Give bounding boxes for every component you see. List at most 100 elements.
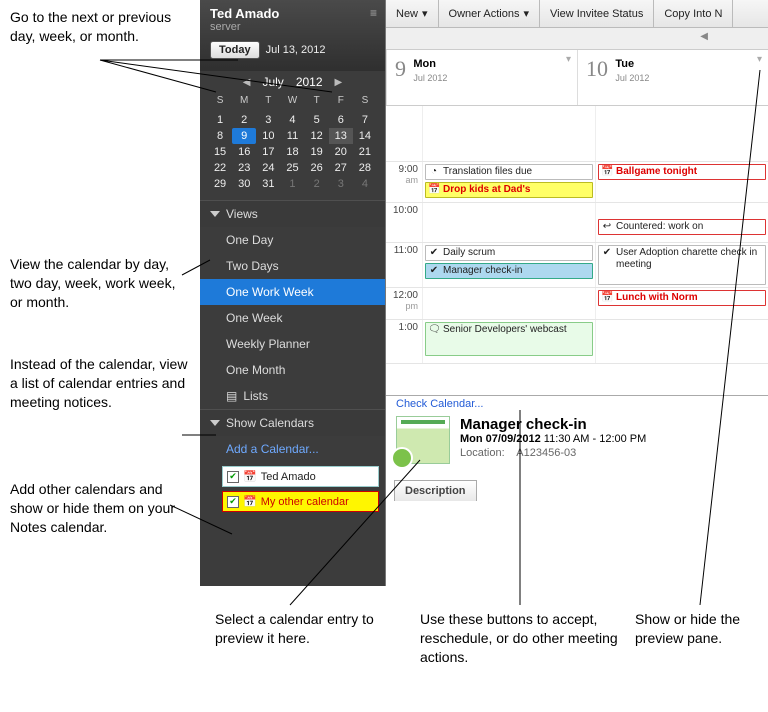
list-icon: ▤ [226,389,237,403]
new-button[interactable]: New▾ [386,0,439,27]
grid-cell[interactable] [422,203,595,242]
next-month-icon[interactable]: ▶ [335,77,343,88]
mini-cal-day[interactable]: 3 [329,176,353,192]
mini-cal-day[interactable]: 5 [305,112,329,128]
calendar-chip-primary[interactable]: ✔ 📅 Ted Amado [222,466,379,487]
view-option[interactable]: Weekly Planner [200,331,385,357]
mini-cal-day[interactable]: 9 [232,128,256,144]
view-option[interactable]: One Work Week [200,279,385,305]
grid-cell[interactable]: ↩Countered: work on [595,203,768,242]
mini-calendar: ◀ July 2012 ▶ SMTWTFS 123456789101112131… [200,71,385,200]
lists-option[interactable]: ▤Lists [200,383,385,409]
checkbox-icon[interactable]: ✔ [227,496,239,508]
mini-cal-dow: F [329,93,353,108]
grid-cell[interactable] [422,106,595,161]
mini-cal-day[interactable]: 8 [208,128,232,144]
description-tab[interactable]: Description [394,480,477,501]
view-option[interactable]: Two Days [200,253,385,279]
checkbox-icon[interactable]: ✔ [227,471,239,483]
annotation: Select a calendar entry to preview it he… [215,610,375,648]
view-option[interactable]: One Day [200,227,385,253]
mini-cal-day[interactable]: 23 [232,160,256,176]
mini-cal-day[interactable]: 19 [305,144,329,160]
grid-cell[interactable] [422,288,595,319]
mini-cal-day[interactable]: 2 [305,176,329,192]
event[interactable]: 📅Lunch with Norm [598,290,766,306]
copy-into-button[interactable]: Copy Into N [654,0,733,27]
mini-cal-day[interactable]: 6 [329,112,353,128]
mini-cal-dow: T [305,93,329,108]
mini-cal-day[interactable]: 1 [208,112,232,128]
grid-cell[interactable]: ✔User Adoption charette check in meeting [595,243,768,287]
sidebar-header: Ted Amado server ≡ Today Jul 13, 2012 [200,0,385,71]
mini-cal-day[interactable]: 27 [329,160,353,176]
grid-cell[interactable]: ✔Daily scrum ✔Manager check-in [422,243,595,287]
owner-actions-button[interactable]: Owner Actions▾ [439,0,540,27]
meeting-icon [396,416,450,464]
grid-cell[interactable] [595,106,768,161]
mini-cal-day[interactable]: 4 [280,112,304,128]
mini-cal-day[interactable]: 30 [232,176,256,192]
mini-cal-day[interactable]: 17 [256,144,280,160]
calendar-chip-other[interactable]: ✔ 📅 My other calendar [222,491,379,512]
grid-cell[interactable] [595,320,768,363]
mini-cal-day[interactable]: 1 [280,176,304,192]
mini-cal-day[interactable]: 29 [208,176,232,192]
mini-cal-day[interactable]: 26 [305,160,329,176]
mini-cal-day[interactable]: 28 [353,160,377,176]
mini-cal-day[interactable]: 4 [353,176,377,192]
today-button[interactable]: Today [210,41,260,59]
collapse-arrow-icon[interactable]: ◀ [700,31,708,42]
sidebar: Ted Amado server ≡ Today Jul 13, 2012 ◀ … [200,0,386,586]
view-option[interactable]: One Month [200,357,385,383]
views-list: One DayTwo DaysOne Work WeekOne WeekWeek… [200,227,385,409]
add-calendar-link[interactable]: Add a Calendar... [200,436,385,462]
event-selected[interactable]: ✔Manager check-in [425,263,593,279]
mini-cal-day[interactable]: 13 [329,128,353,144]
view-invitee-status-button[interactable]: View Invitee Status [540,0,654,27]
grid-cell[interactable]: 🗨Senior Developers' webcast [422,320,595,363]
mini-cal-day[interactable]: 14 [353,128,377,144]
mini-cal-day[interactable]: 12 [305,128,329,144]
event[interactable]: ✔Daily scrum [425,245,593,261]
event[interactable]: ◔Translation files due [425,164,593,180]
mini-cal-day[interactable]: 21 [353,144,377,160]
day-menu-icon[interactable]: ▾ [757,54,762,65]
calendar-chip-label: Ted Amado [261,471,316,483]
mini-cal-day[interactable]: 25 [280,160,304,176]
event[interactable]: 🗨Senior Developers' webcast [425,322,593,356]
view-option[interactable]: One Week [200,305,385,331]
mini-cal-dow: T [256,93,280,108]
menu-icon[interactable]: ≡ [370,6,377,20]
people-icon [391,447,413,469]
event[interactable]: 📅Drop kids at Dad's [425,182,593,198]
mini-cal-day[interactable]: 2 [232,112,256,128]
mini-cal-day[interactable]: 11 [280,128,304,144]
grid-cell[interactable]: 📅Ballgame tonight [595,162,768,202]
mini-cal-day[interactable]: 10 [256,128,280,144]
mini-cal-day[interactable]: 15 [208,144,232,160]
event[interactable]: ✔User Adoption charette check in meeting [598,245,766,285]
mini-cal-day[interactable]: 20 [329,144,353,160]
mini-cal-day[interactable]: 24 [256,160,280,176]
prev-month-icon[interactable]: ◀ [243,77,251,88]
check-calendar-link[interactable]: Check Calendar... [386,392,493,416]
event[interactable]: ↩Countered: work on [598,219,766,235]
mini-cal-day[interactable]: 31 [256,176,280,192]
clock-icon: ◔ [428,166,440,178]
day-menu-icon[interactable]: ▾ [566,54,571,65]
mini-cal-day[interactable]: 22 [208,160,232,176]
preview-pane: Check Calendar... Manager check-in Mon 0… [386,395,768,586]
views-section-header[interactable]: Views [200,200,385,227]
chat-icon: 🗨 [428,324,440,336]
mini-cal-day[interactable]: 16 [232,144,256,160]
mini-cal-day[interactable]: 7 [353,112,377,128]
event[interactable]: 📅Ballgame tonight [598,164,766,180]
show-calendars-header[interactable]: Show Calendars [200,409,385,436]
grid-cell[interactable]: 📅Lunch with Norm [595,288,768,319]
mini-cal-day[interactable]: 3 [256,112,280,128]
grid-cell[interactable]: ◔Translation files due 📅Drop kids at Dad… [422,162,595,202]
mini-cal-day[interactable]: 18 [280,144,304,160]
annotation: Go to the next or previous day, week, or… [10,8,190,46]
calendar-main: New▾ Owner Actions▾ View Invitee Status … [386,0,768,586]
